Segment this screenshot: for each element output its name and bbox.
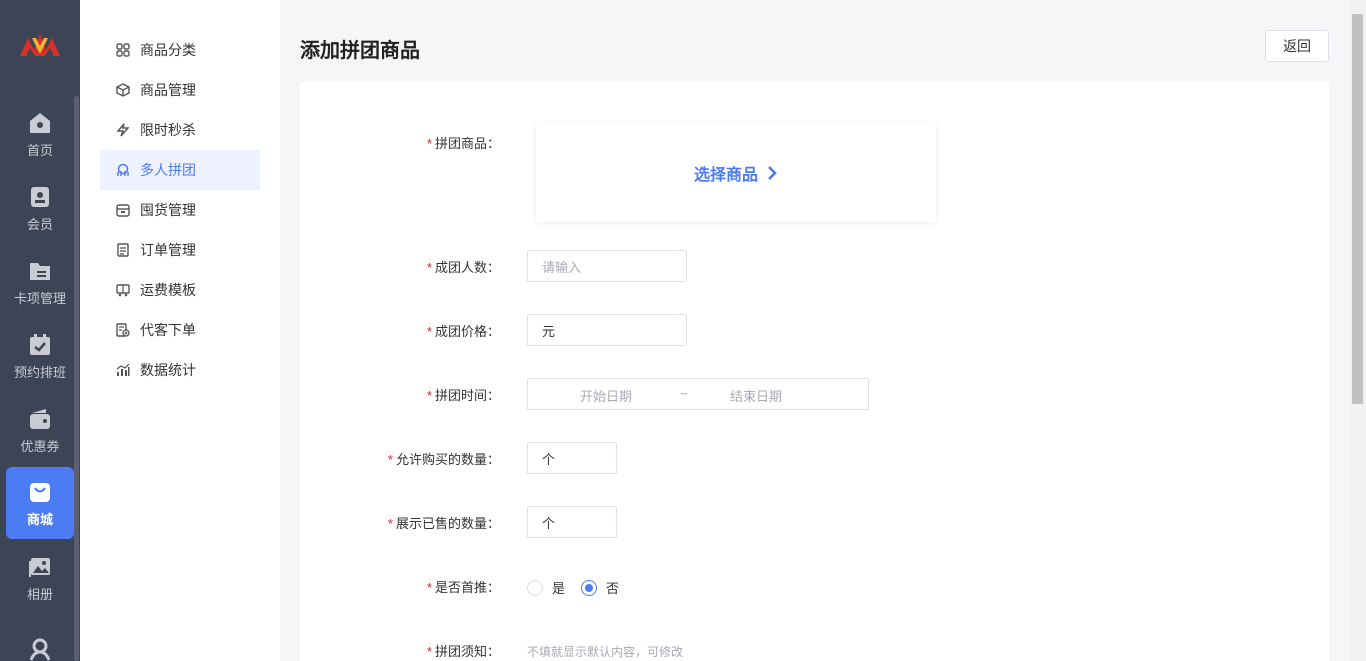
nav-scrollbar[interactable] <box>74 96 79 661</box>
radio-circle[interactable] <box>581 579 597 596</box>
submenu-item-order-management[interactable]: 订单管理 <box>100 230 260 270</box>
required-mark: * <box>426 580 432 595</box>
submenu-item-label: 商品管理 <box>140 82 196 98</box>
nav-item-card-management[interactable]: 卡项管理 <box>6 246 74 318</box>
group-size-input[interactable]: 请输入 <box>527 250 687 282</box>
nav-item-label: 优惠券 <box>20 438 60 454</box>
nav-item-mall[interactable]: 商城 <box>6 467 74 539</box>
chevron-right-icon <box>768 166 777 180</box>
group-people-icon <box>27 637 53 661</box>
box-icon <box>116 83 130 97</box>
radio-yes[interactable]: 是 <box>527 578 565 597</box>
shopping-bag-icon <box>27 479 53 505</box>
form-card: * 拼团商品： 选择商品 * 成团人数： 请输入 * 成团价格： 元 * 拼团时间： 开… <box>300 82 1329 661</box>
required-mark: * <box>426 324 432 339</box>
sold-display-input[interactable]: 个 <box>527 506 617 538</box>
submenu-item-product-category[interactable]: 商品分类 <box>100 30 260 70</box>
quantity-unit: 个 <box>542 515 556 531</box>
group-price-label: * 成团价格： <box>426 324 500 339</box>
submenu-item-flash-sale[interactable]: 限时秒杀 <box>100 110 260 150</box>
scrollbar-thumb[interactable] <box>1352 14 1363 404</box>
group-price-input[interactable]: 元 <box>527 314 687 346</box>
select-product-button[interactable]: 选择商品 <box>536 124 936 222</box>
submenu-item-label: 运费模板 <box>140 282 196 298</box>
radio-label: 是 <box>552 581 566 596</box>
album-icon <box>27 554 53 580</box>
main-nav-rail: 首页 会员 卡项管理 预约排班 优惠券 商城 相册 <box>0 0 80 661</box>
radio-circle[interactable] <box>527 579 543 596</box>
document-icon <box>116 243 130 257</box>
nav-item-album[interactable]: 相册 <box>6 542 74 614</box>
sold-display-label: * 展示已售的数量： <box>387 516 500 531</box>
product-label: * 拼团商品： <box>426 136 500 151</box>
brand-logo <box>20 34 60 56</box>
nav-item-label: 会员 <box>26 216 53 232</box>
nav-item-label: 首页 <box>26 142 53 158</box>
order-add-icon <box>116 323 130 337</box>
submenu-item-place-order-for-customer[interactable]: 代客下单 <box>100 310 260 350</box>
submenu-item-label: 代客下单 <box>140 322 196 338</box>
date-range-picker[interactable]: 开始日期 ~ 结束日期 <box>527 378 869 410</box>
submenu-item-label: 限时秒杀 <box>140 122 196 138</box>
lightning-icon <box>116 123 130 137</box>
page-scrollbar[interactable] <box>1350 0 1366 661</box>
buy-limit-label: * 允许购买的数量： <box>387 452 500 467</box>
home-icon <box>27 110 53 136</box>
nav-item-home[interactable]: 首页 <box>6 98 74 170</box>
required-mark: * <box>387 516 393 531</box>
group-size-label: * 成团人数： <box>426 260 500 275</box>
submenu-item-stock-management[interactable]: 囤货管理 <box>100 190 260 230</box>
required-mark: * <box>426 136 432 151</box>
radio-no[interactable]: 否 <box>581 578 619 597</box>
submenu-item-label: 数据统计 <box>140 362 196 378</box>
main-content: 添加拼团商品 返回 * 拼团商品： 选择商品 * 成团人数： 请输入 * 成团价格： … <box>280 0 1350 661</box>
required-mark: * <box>426 260 432 275</box>
required-mark: * <box>426 644 432 659</box>
calendar-check-icon <box>27 332 53 358</box>
submenu-item-product-management[interactable]: 商品管理 <box>100 70 260 110</box>
price-unit: 元 <box>542 323 556 339</box>
nav-item-coupon[interactable]: 优惠券 <box>6 394 74 466</box>
notice-hint: 不填就显示默认内容，可修改 <box>527 645 684 659</box>
quantity-unit: 个 <box>542 451 556 467</box>
group-icon <box>116 163 130 177</box>
radio-label: 否 <box>606 581 620 596</box>
submenu-item-label: 商品分类 <box>140 42 196 58</box>
buy-limit-input[interactable]: 个 <box>527 442 617 474</box>
nav-item-appointment[interactable]: 预约排班 <box>6 320 74 392</box>
nav-item-label: 卡项管理 <box>13 290 66 306</box>
nav-item-label: 预约排班 <box>13 364 66 380</box>
nav-item-member[interactable]: 会员 <box>6 172 74 244</box>
start-date-input[interactable]: 开始日期 <box>580 386 632 405</box>
notice-label: * 拼团须知： <box>426 644 500 659</box>
submenu-item-label: 订单管理 <box>140 242 196 258</box>
end-date-input[interactable]: 结束日期 <box>730 386 782 405</box>
nav-item-label: 相册 <box>26 586 53 602</box>
submenu-item-shipping-template[interactable]: 运费模板 <box>100 270 260 310</box>
grid-icon <box>116 43 130 57</box>
nav-item-label: 商城 <box>26 511 53 527</box>
required-mark: * <box>387 452 393 467</box>
homepage-recommend-label: * 是否首推： <box>426 580 500 595</box>
group-time-label: * 拼团时间： <box>426 388 500 403</box>
date-separator: ~ <box>680 386 688 401</box>
delivery-truck-icon <box>116 283 130 297</box>
submenu-item-group-buy[interactable]: 多人拼团 <box>100 150 260 190</box>
page-title: 添加拼团商品 <box>300 40 420 62</box>
app-root: 首页 会员 卡项管理 预约排班 优惠券 商城 相册 商品分类 商品管理 限时秒杀… <box>0 0 1366 661</box>
required-mark: * <box>426 388 432 403</box>
storage-icon <box>116 203 130 217</box>
submenu-item-statistics[interactable]: 数据统计 <box>100 350 260 390</box>
folder-icon <box>27 258 53 284</box>
member-card-icon <box>27 184 53 210</box>
select-product-label: 选择商品 <box>693 167 758 184</box>
mall-submenu: 商品分类 商品管理 限时秒杀 多人拼团 囤货管理 订单管理 运费模板 代客下单 … <box>80 0 280 661</box>
nav-item-group[interactable] <box>6 616 74 661</box>
wallet-icon <box>27 406 53 432</box>
bar-chart-icon <box>116 363 130 377</box>
submenu-item-label: 多人拼团 <box>140 162 196 178</box>
submenu-item-label: 囤货管理 <box>140 202 196 218</box>
back-button[interactable]: 返回 <box>1265 30 1329 62</box>
